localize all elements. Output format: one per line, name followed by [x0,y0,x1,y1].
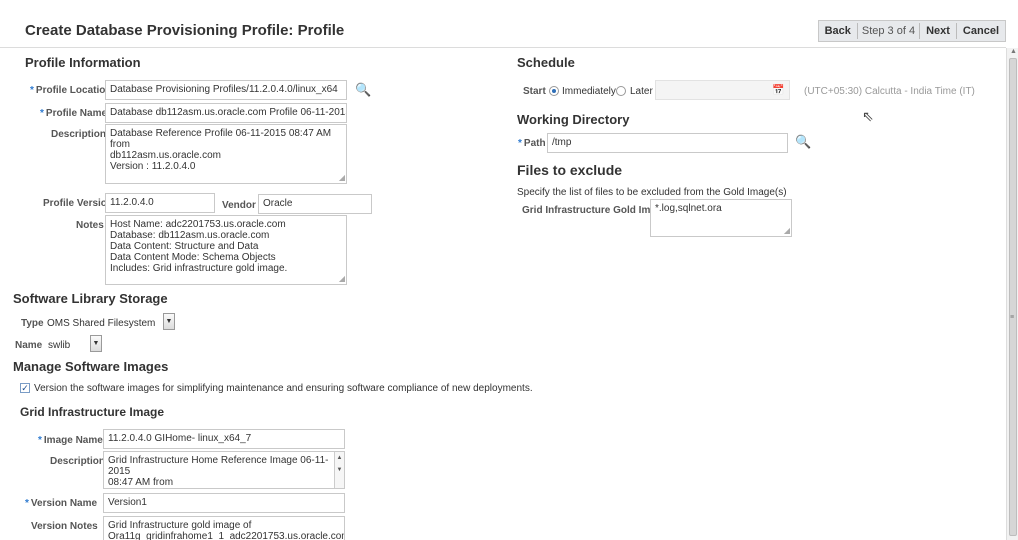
search-icon[interactable]: 🔍 [355,83,371,96]
profile-name-label: * Profile Name [40,108,108,119]
profile-location-field[interactable]: Database Provisioning Profiles/11.2.0.4.… [105,80,347,100]
scroll-grip-icon: ≡ [1010,314,1015,321]
working-directory-heading: Working Directory [517,112,630,127]
version-name-field[interactable]: Version1 [103,493,345,513]
resize-handle-icon[interactable]: ◢ [339,273,345,284]
profile-name-field[interactable]: Database db112asm.us.oracle.com Profile … [105,103,347,123]
required-marker: * [38,435,42,446]
next-button[interactable]: Next [920,21,956,41]
page-scrollbar[interactable]: ▲ ≡ [1006,48,1018,540]
profile-information-heading: Profile Information [25,55,141,70]
scroll-arrows-icon[interactable]: ▲ ▼ [334,452,344,488]
later-radio[interactable] [616,86,626,96]
profile-version-label: Profile Version [43,198,114,209]
step-indicator: Step 3 of 4 [861,25,916,37]
grid-gold-image-textarea[interactable]: *.log,sqlnet.ora ◢ [650,199,792,237]
name-label: Name [15,340,43,351]
path-label: * Path [518,138,546,149]
description-textarea[interactable]: Database Reference Profile 06-11-2015 08… [105,124,347,184]
description-label: Description [51,129,107,140]
provisioning-wizard-page: Create Database Provisioning Profile: Pr… [0,0,1018,540]
image-name-field[interactable]: 11.2.0.4.0 GIHome- linux_x64_7 [103,429,345,449]
resize-handle-icon[interactable]: ◢ [339,172,345,183]
immediately-radio-label: Immediately [562,86,616,97]
version-images-checkbox-label: Version the software images for simplify… [34,383,533,394]
grid-description-textarea[interactable]: Grid Infrastructure Home Reference Image… [103,451,345,489]
notes-label: Notes [76,220,104,231]
later-radio-label: Later [630,86,653,97]
required-marker: * [25,498,29,509]
version-images-checkbox[interactable]: ✓ [20,383,30,393]
version-name-label: * Version Name [25,498,98,509]
type-select-value[interactable]: OMS Shared Filesystem [47,318,155,329]
grid-image-heading: Grid Infrastructure Image [20,405,165,419]
timezone-text: (UTC+05:30) Calcutta - India Time (IT) [804,86,975,97]
path-field[interactable]: /tmp [547,133,788,153]
type-label: Type [21,318,44,329]
grid-description-label: Description [50,456,106,467]
grid-gold-image-label: Grid Infrastructure Gold Image [522,205,668,216]
cancel-button[interactable]: Cancel [957,21,1005,41]
wizard-navigation: Back Step 3 of 4 Next Cancel [817,20,1006,42]
vendor-label: Vendor [222,200,256,211]
manage-images-heading: Manage Software Images [13,359,169,374]
required-marker: * [518,138,522,149]
name-select-value[interactable]: swlib [48,340,70,351]
schedule-heading: Schedule [517,55,575,70]
files-to-exclude-help: Specify the list of files to be excluded… [517,187,787,198]
profile-location-label: * Profile Location [30,85,112,96]
files-to-exclude-heading: Files to exclude [517,162,623,178]
start-label: Start [523,86,546,97]
page-title: Create Database Provisioning Profile: Pr… [25,22,345,39]
scroll-up-icon[interactable]: ▲ [1010,48,1017,55]
required-marker: * [40,108,44,119]
image-name-label: * Image Name [38,435,103,446]
profile-version-field[interactable]: 11.2.0.4.0 [105,193,215,213]
search-icon[interactable]: 🔍 [795,135,811,148]
back-button[interactable]: Back [819,21,857,41]
chevron-down-icon[interactable]: ▼ [163,313,175,330]
scrollbar-thumb[interactable] [1009,58,1017,536]
version-notes-textarea[interactable]: Grid Infrastructure gold image of Ora11g… [103,516,345,540]
software-library-heading: Software Library Storage [13,291,168,306]
resize-handle-icon[interactable]: ◢ [784,225,790,236]
immediately-radio[interactable] [549,86,559,96]
mouse-pointer-icon: ⇖ [862,108,874,124]
notes-textarea[interactable]: Host Name: adc2201753.us.oracle.com Data… [105,215,347,285]
calendar-icon[interactable]: 📅 [772,84,784,97]
later-datetime-field[interactable] [655,80,790,100]
chevron-down-icon[interactable]: ▼ [90,335,102,352]
page-header: Create Database Provisioning Profile: Pr… [0,14,1006,48]
vendor-field[interactable]: Oracle [258,194,372,214]
version-notes-label: Version Notes [31,521,98,532]
required-marker: * [30,85,34,96]
